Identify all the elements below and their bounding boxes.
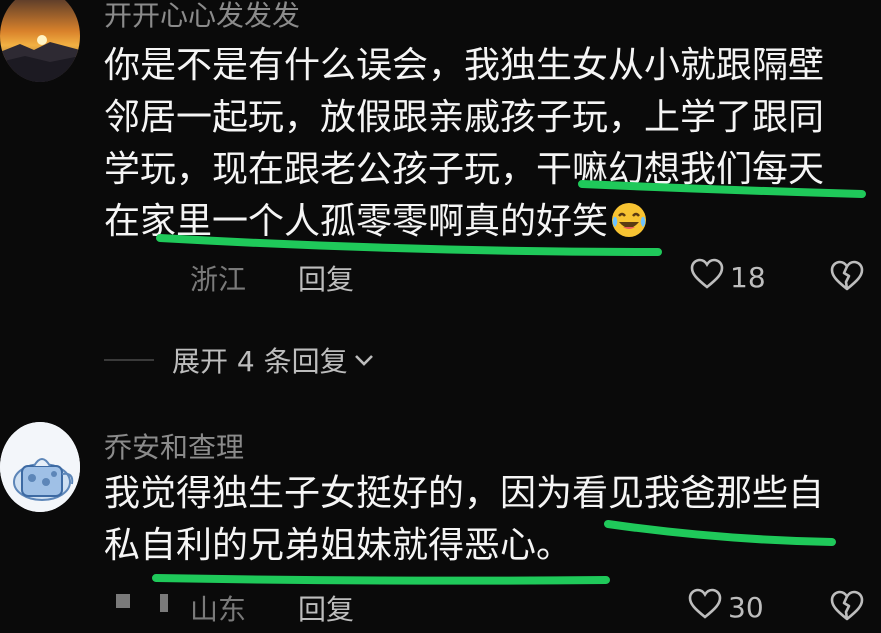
- reply-button[interactable]: 回复: [298, 258, 354, 298]
- expand-replies-button[interactable]: 展开 4 条回复: [104, 340, 376, 380]
- location: 浙江: [190, 263, 247, 296]
- comment-line: 你是不是有什么误会，我独生女从小就跟隔壁: [104, 45, 825, 86]
- broken-heart-icon: [830, 260, 864, 296]
- comment-line: 私自利的兄弟姐妹就得恶心。: [104, 525, 573, 566]
- laughing-crying-emoji-icon: [610, 201, 648, 254]
- comment-line: 邻居一起玩，放假跟亲戚孩子玩，上学了跟同: [104, 97, 825, 138]
- location-marker-icon: [160, 594, 168, 612]
- comment-line: 学玩，现在跟老公孩子玩，干嘛幻想我们每天: [104, 149, 825, 190]
- username[interactable]: 乔安和查理: [104, 426, 244, 466]
- like-button[interactable]: 18: [690, 258, 766, 297]
- like-button[interactable]: 30: [688, 588, 764, 627]
- location-marker-icon: [116, 594, 130, 608]
- chevron-down-icon: [352, 344, 376, 377]
- divider: [104, 359, 154, 361]
- reply-button[interactable]: 回复: [298, 588, 354, 628]
- broken-heart-icon: [830, 590, 864, 626]
- heart-icon: [688, 588, 722, 627]
- like-count: 18: [730, 261, 766, 294]
- heart-icon: [690, 258, 724, 297]
- comment-line: 我觉得独生子女挺好的，因为看见我爸那些自: [104, 473, 825, 514]
- like-count: 30: [728, 591, 764, 624]
- comment-line: 在家里一个人孤零零啊真的好笑: [104, 196, 864, 254]
- dislike-button[interactable]: [830, 590, 864, 626]
- username[interactable]: 开开心心发发发: [104, 0, 300, 34]
- avatar[interactable]: [0, 422, 80, 512]
- location: 山东: [190, 593, 247, 626]
- expand-replies-label: 展开 4 条回复: [172, 345, 348, 378]
- comment-text: 你是不是有什么误会，我独生女从小就跟隔壁 邻居一起玩，放假跟亲戚孩子玩，上学了跟…: [104, 40, 864, 254]
- dislike-button[interactable]: [830, 260, 864, 296]
- avatar[interactable]: [0, 0, 80, 82]
- comment-text: 我觉得独生子女挺好的，因为看见我爸那些自 私自利的兄弟姐妹就得恶心。: [104, 468, 864, 572]
